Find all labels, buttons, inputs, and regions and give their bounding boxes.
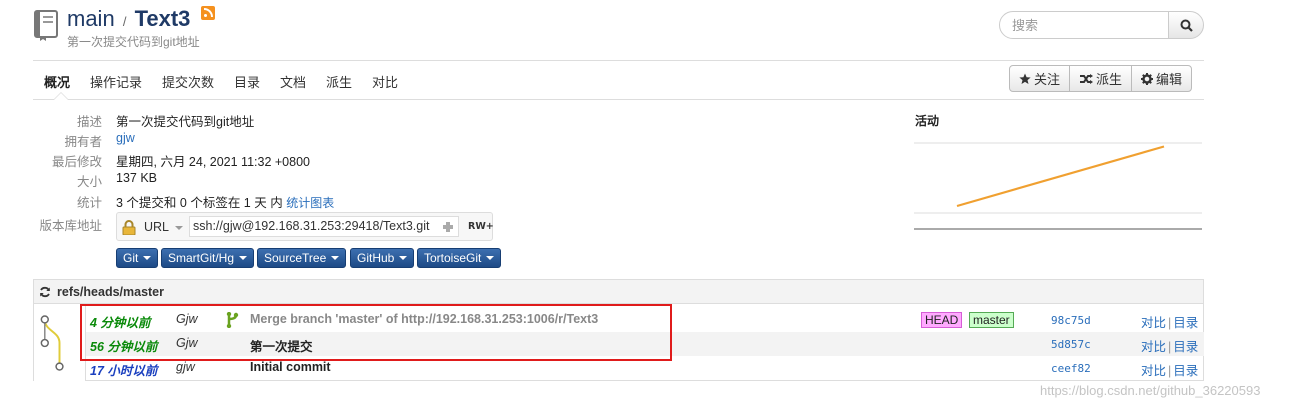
compare-link[interactable]: 对比: [1141, 364, 1166, 378]
repo-url-box: URL ssh://gjw@192.168.31.253:29418/Text3…: [116, 212, 494, 241]
edit-label: 编辑: [1156, 72, 1183, 87]
fork-label: 派生: [1096, 72, 1123, 87]
repo-title: main / Text3: [67, 6, 215, 32]
url-permission-badge: RW+: [468, 221, 494, 232]
activity-trend-line: [956, 145, 1165, 208]
repository-icon: [34, 10, 58, 41]
client-git-label: Git: [123, 251, 139, 265]
chevron-down-icon: [486, 256, 495, 260]
tab-forks[interactable]: 派生: [326, 72, 352, 91]
tree-link[interactable]: 目录: [1173, 364, 1198, 378]
chevron-down-icon: [399, 256, 408, 260]
client-github-button[interactable]: GitHub: [350, 248, 415, 268]
graph-commit-node: [55, 362, 64, 371]
watch-button[interactable]: 关注: [1010, 66, 1071, 91]
star-icon: [1019, 73, 1031, 84]
client-tortoisegit-button[interactable]: TortoiseGit: [417, 248, 502, 268]
activity-chart: [914, 142, 1202, 230]
tab-docs[interactable]: 文档: [280, 72, 306, 91]
stats-label: 统计: [76, 196, 102, 210]
log-header: refs/heads/master: [34, 280, 1203, 304]
stats-charts-link[interactable]: 统计图表: [286, 196, 334, 210]
search-input[interactable]: [999, 11, 1169, 39]
gear-icon: [1141, 72, 1154, 85]
lock-icon: [122, 220, 136, 235]
commit-hash-link[interactable]: 98c75d: [1051, 314, 1091, 327]
chevron-down-icon[interactable]: [175, 226, 183, 230]
active-tab-indicator: [53, 92, 69, 100]
tree-link[interactable]: 目录: [1173, 340, 1198, 354]
chevron-down-icon: [143, 256, 152, 260]
client-git-button[interactable]: Git: [116, 248, 159, 268]
search-button[interactable]: [1168, 11, 1204, 39]
project-link[interactable]: main: [67, 6, 115, 31]
refresh-icon: [40, 286, 50, 298]
description-value: 第一次提交代码到git地址: [116, 115, 255, 129]
description-label: 描述: [76, 115, 102, 129]
client-smartgit-button[interactable]: SmartGit/Hg: [161, 248, 255, 268]
branch-ref-badge[interactable]: master: [969, 312, 1014, 328]
watermark-text: https://blog.csdn.net/github_36220593: [1040, 383, 1261, 398]
fork-button[interactable]: 派生: [1070, 66, 1133, 91]
title-separator: /: [122, 14, 127, 29]
commit-time: 17 小时以前: [90, 364, 158, 378]
tab-summary[interactable]: 概况: [44, 72, 70, 91]
client-sourcetree-button[interactable]: SourceTree: [257, 248, 347, 268]
repo-name-link[interactable]: Text3: [135, 6, 191, 31]
client-tortoisegit-label: TortoiseGit: [424, 251, 482, 265]
search-box: [999, 11, 1204, 39]
compare-link[interactable]: 对比: [1141, 316, 1166, 330]
stats-text: 3 个提交和 0 个标签在 1 天 内: [116, 196, 283, 210]
commit-hash-link[interactable]: ceef82: [1051, 362, 1091, 375]
last-modified-label: 最后修改: [51, 155, 102, 169]
commit-actions: 对比 | 目录: [1141, 364, 1199, 378]
owner-label: 拥有者: [64, 135, 102, 149]
graph-commit-node: [40, 338, 49, 348]
commit-actions: 对比 | 目录: [1141, 316, 1199, 330]
commit-message-link[interactable]: Initial commit: [250, 360, 331, 374]
copy-icon[interactable]: [442, 221, 454, 233]
repo-url-field[interactable]: ssh://gjw@192.168.31.253:29418/Text3.git: [189, 216, 459, 237]
last-modified-value: 星期四, 六月 24, 2021 11:32 +0800: [116, 155, 310, 169]
edit-button[interactable]: 编辑: [1132, 66, 1191, 91]
owner-link[interactable]: gjw: [116, 131, 135, 145]
chevron-down-icon: [331, 256, 340, 260]
graph-commit-node: [40, 315, 49, 324]
tab-compare[interactable]: 对比: [372, 72, 398, 91]
client-sourcetree-label: SourceTree: [264, 251, 327, 265]
commit-hash-link[interactable]: 5d857c: [1051, 338, 1091, 351]
stats-value: 3 个提交和 0 个标签在 1 天 内 统计图表: [116, 192, 334, 211]
size-value: 137 KB: [116, 171, 158, 185]
watch-label: 关注: [1034, 72, 1061, 87]
activity-title: 活动: [915, 114, 940, 128]
compare-link[interactable]: 对比: [1141, 340, 1166, 354]
url-protocol-select[interactable]: URL: [144, 220, 169, 234]
tab-tree[interactable]: 目录: [234, 72, 260, 91]
rss-feed-icon[interactable]: [200, 6, 215, 20]
repo-action-buttons: 关注 派生 编辑: [1009, 65, 1193, 92]
annotation-highlight-box: [80, 304, 672, 361]
tab-reflog[interactable]: 操作记录: [90, 72, 142, 91]
tree-link[interactable]: 目录: [1173, 316, 1198, 330]
commit-author[interactable]: gjw: [176, 360, 195, 374]
tab-commits[interactable]: 提交次数: [162, 72, 214, 91]
commit-actions: 对比 | 目录: [1141, 340, 1199, 354]
repo-url-label: 版本库地址: [39, 219, 102, 233]
size-label: 大小: [76, 175, 102, 189]
client-github-label: GitHub: [357, 251, 395, 265]
client-smartgit-label: SmartGit/Hg: [168, 251, 235, 265]
repo-description-subtitle: 第一次提交代码到git地址: [67, 35, 200, 49]
ref-link[interactable]: refs/heads/master: [57, 285, 164, 299]
fork-icon: [1080, 73, 1094, 84]
head-ref-badge[interactable]: HEAD: [921, 312, 963, 328]
search-icon: [1180, 19, 1193, 32]
commit-graph: [34, 305, 86, 381]
chevron-down-icon: [239, 256, 248, 260]
